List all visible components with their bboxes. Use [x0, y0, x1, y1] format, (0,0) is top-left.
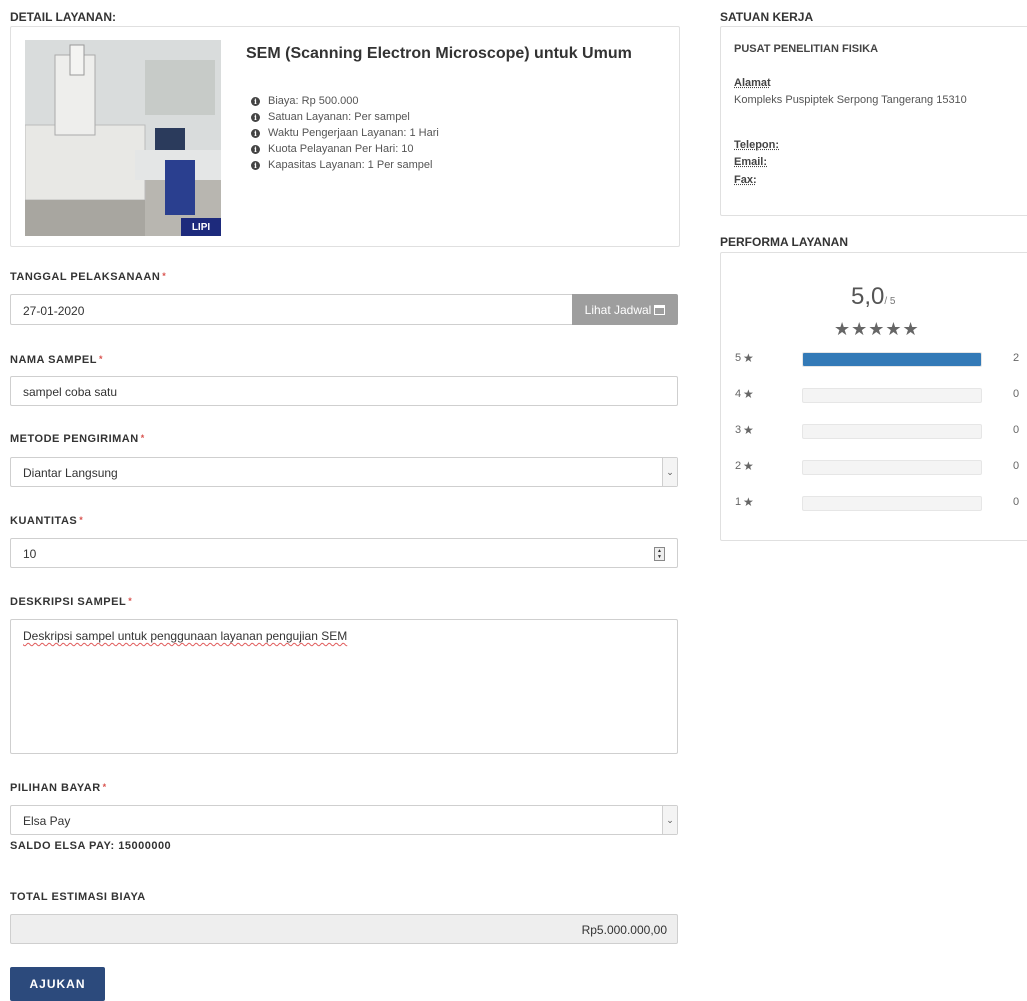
rating-count: 2	[1013, 352, 1020, 364]
metode-select[interactable]: Diantar Langsung ⌄	[10, 457, 678, 487]
lihat-jadwal-button[interactable]: Lihat Jadwal	[572, 294, 678, 325]
telepon-label: Telepon:	[734, 139, 780, 151]
performa-card: 5,0/ 5 ★★★★★ 5 ★ 2 4 ★ 0 3 ★ 0 2 ★ 0 1 ★ 0	[720, 252, 1027, 541]
tanggal-input[interactable]: 27-01-2020	[10, 294, 573, 325]
service-image: LIPI	[25, 40, 221, 236]
rating-bar	[802, 460, 982, 475]
rating-bar	[802, 424, 982, 439]
detail-card: LIPI SEM (Scanning Electron Microscope) …	[10, 26, 680, 247]
star-icon: ★	[743, 351, 754, 365]
lipi-badge: LIPI	[181, 218, 221, 236]
info-item: i Satuan Layanan: Per sampel	[251, 109, 439, 125]
rating-star-number: 2	[735, 460, 742, 472]
info-item: i Biaya: Rp 500.000	[251, 93, 439, 109]
nama-label: NAMA SAMPEL *	[10, 354, 103, 366]
email-label: Email:	[734, 156, 768, 168]
rating-bar-fill	[803, 353, 981, 366]
rating-count: 0	[1013, 424, 1020, 436]
rating-row-3: 3 ★ 0	[735, 423, 1025, 439]
info-item: i Waktu Pengerjaan Layanan: 1 Hari	[251, 125, 439, 141]
satuan-card: PUSAT PENELITIAN FISIKA Alamat Kompleks …	[720, 26, 1027, 216]
info-icon: i	[251, 144, 260, 154]
service-title: SEM (Scanning Electron Microscope) untuk…	[246, 45, 632, 62]
chevron-down-icon: ⌄	[662, 458, 677, 486]
rating-star-number: 1	[735, 496, 742, 508]
alamat-label: Alamat	[734, 77, 771, 89]
kuantitas-label: KUANTITAS *	[10, 515, 84, 527]
service-info-list: i Biaya: Rp 500.000 i Satuan Layanan: Per …	[251, 93, 439, 173]
rating-count: 0	[1013, 496, 1020, 508]
detail-section-title: DETAIL LAYANAN:	[10, 10, 117, 24]
star-icon: ★	[743, 495, 754, 509]
deskripsi-textarea[interactable]: Deskripsi sampel untuk penggunaan layana…	[10, 619, 678, 754]
deskripsi-label: DESKRIPSI SAMPEL *	[10, 596, 133, 608]
metode-label: METODE PENGIRIMAN *	[10, 433, 145, 445]
rating-row-5: 5 ★ 2	[735, 351, 1025, 367]
satuan-name: PUSAT PENELITIAN FISIKA	[734, 43, 879, 55]
rating-count: 0	[1013, 388, 1020, 400]
nama-sampel-input[interactable]: sampel coba satu	[10, 376, 678, 406]
info-icon: i	[251, 96, 260, 106]
rating-star-number: 5	[735, 352, 742, 364]
calendar-icon	[654, 304, 666, 315]
bayar-select[interactable]: Elsa Pay ⌄	[10, 805, 678, 835]
saldo-text: SALDO ELSA PAY: 15000000	[10, 840, 172, 852]
star-icon: ★	[743, 459, 754, 473]
rating-stars-icon: ★★★★★	[834, 319, 920, 339]
info-item: i Kuota Pelayanan Per Hari: 10	[251, 141, 439, 157]
spinner-icon[interactable]: ▲ ▼	[654, 547, 665, 561]
alamat-value: Kompleks Puspiptek Serpong Tangerang 153…	[734, 94, 967, 106]
tanggal-label: TANGGAL PELAKSANAAN *	[10, 271, 167, 283]
rating-star-number: 4	[735, 388, 742, 400]
chevron-down-icon: ⌄	[662, 806, 677, 834]
star-icon: ★	[743, 423, 754, 437]
performa-section-title: PERFORMA LAYANAN	[720, 235, 849, 249]
rating-bar	[802, 388, 982, 403]
rating-bar	[802, 352, 982, 367]
rating-row-4: 4 ★ 0	[735, 387, 1025, 403]
info-icon: i	[251, 128, 260, 138]
rating-star-number: 3	[735, 424, 742, 436]
info-item: i Kapasitas Layanan: 1 Per sampel	[251, 157, 439, 173]
fax-label: Fax:	[734, 174, 757, 186]
satuan-section-title: SATUAN KERJA	[720, 10, 814, 24]
bayar-label: PILIHAN BAYAR *	[10, 782, 107, 794]
info-icon: i	[251, 160, 260, 170]
info-icon: i	[251, 112, 260, 122]
kuantitas-stepper[interactable]: 10 ▲ ▼	[10, 538, 678, 568]
total-label: TOTAL ESTIMASI BIAYA	[10, 891, 146, 903]
rating-count: 0	[1013, 460, 1020, 472]
star-icon: ★	[743, 387, 754, 401]
rating-row-2: 2 ★ 0	[735, 459, 1025, 475]
rating-score: 5,0/ 5	[851, 283, 896, 310]
rating-bar	[802, 496, 982, 511]
total-field: Rp5.000.000,00	[10, 914, 678, 944]
rating-row-1: 1 ★ 0	[735, 495, 1025, 511]
